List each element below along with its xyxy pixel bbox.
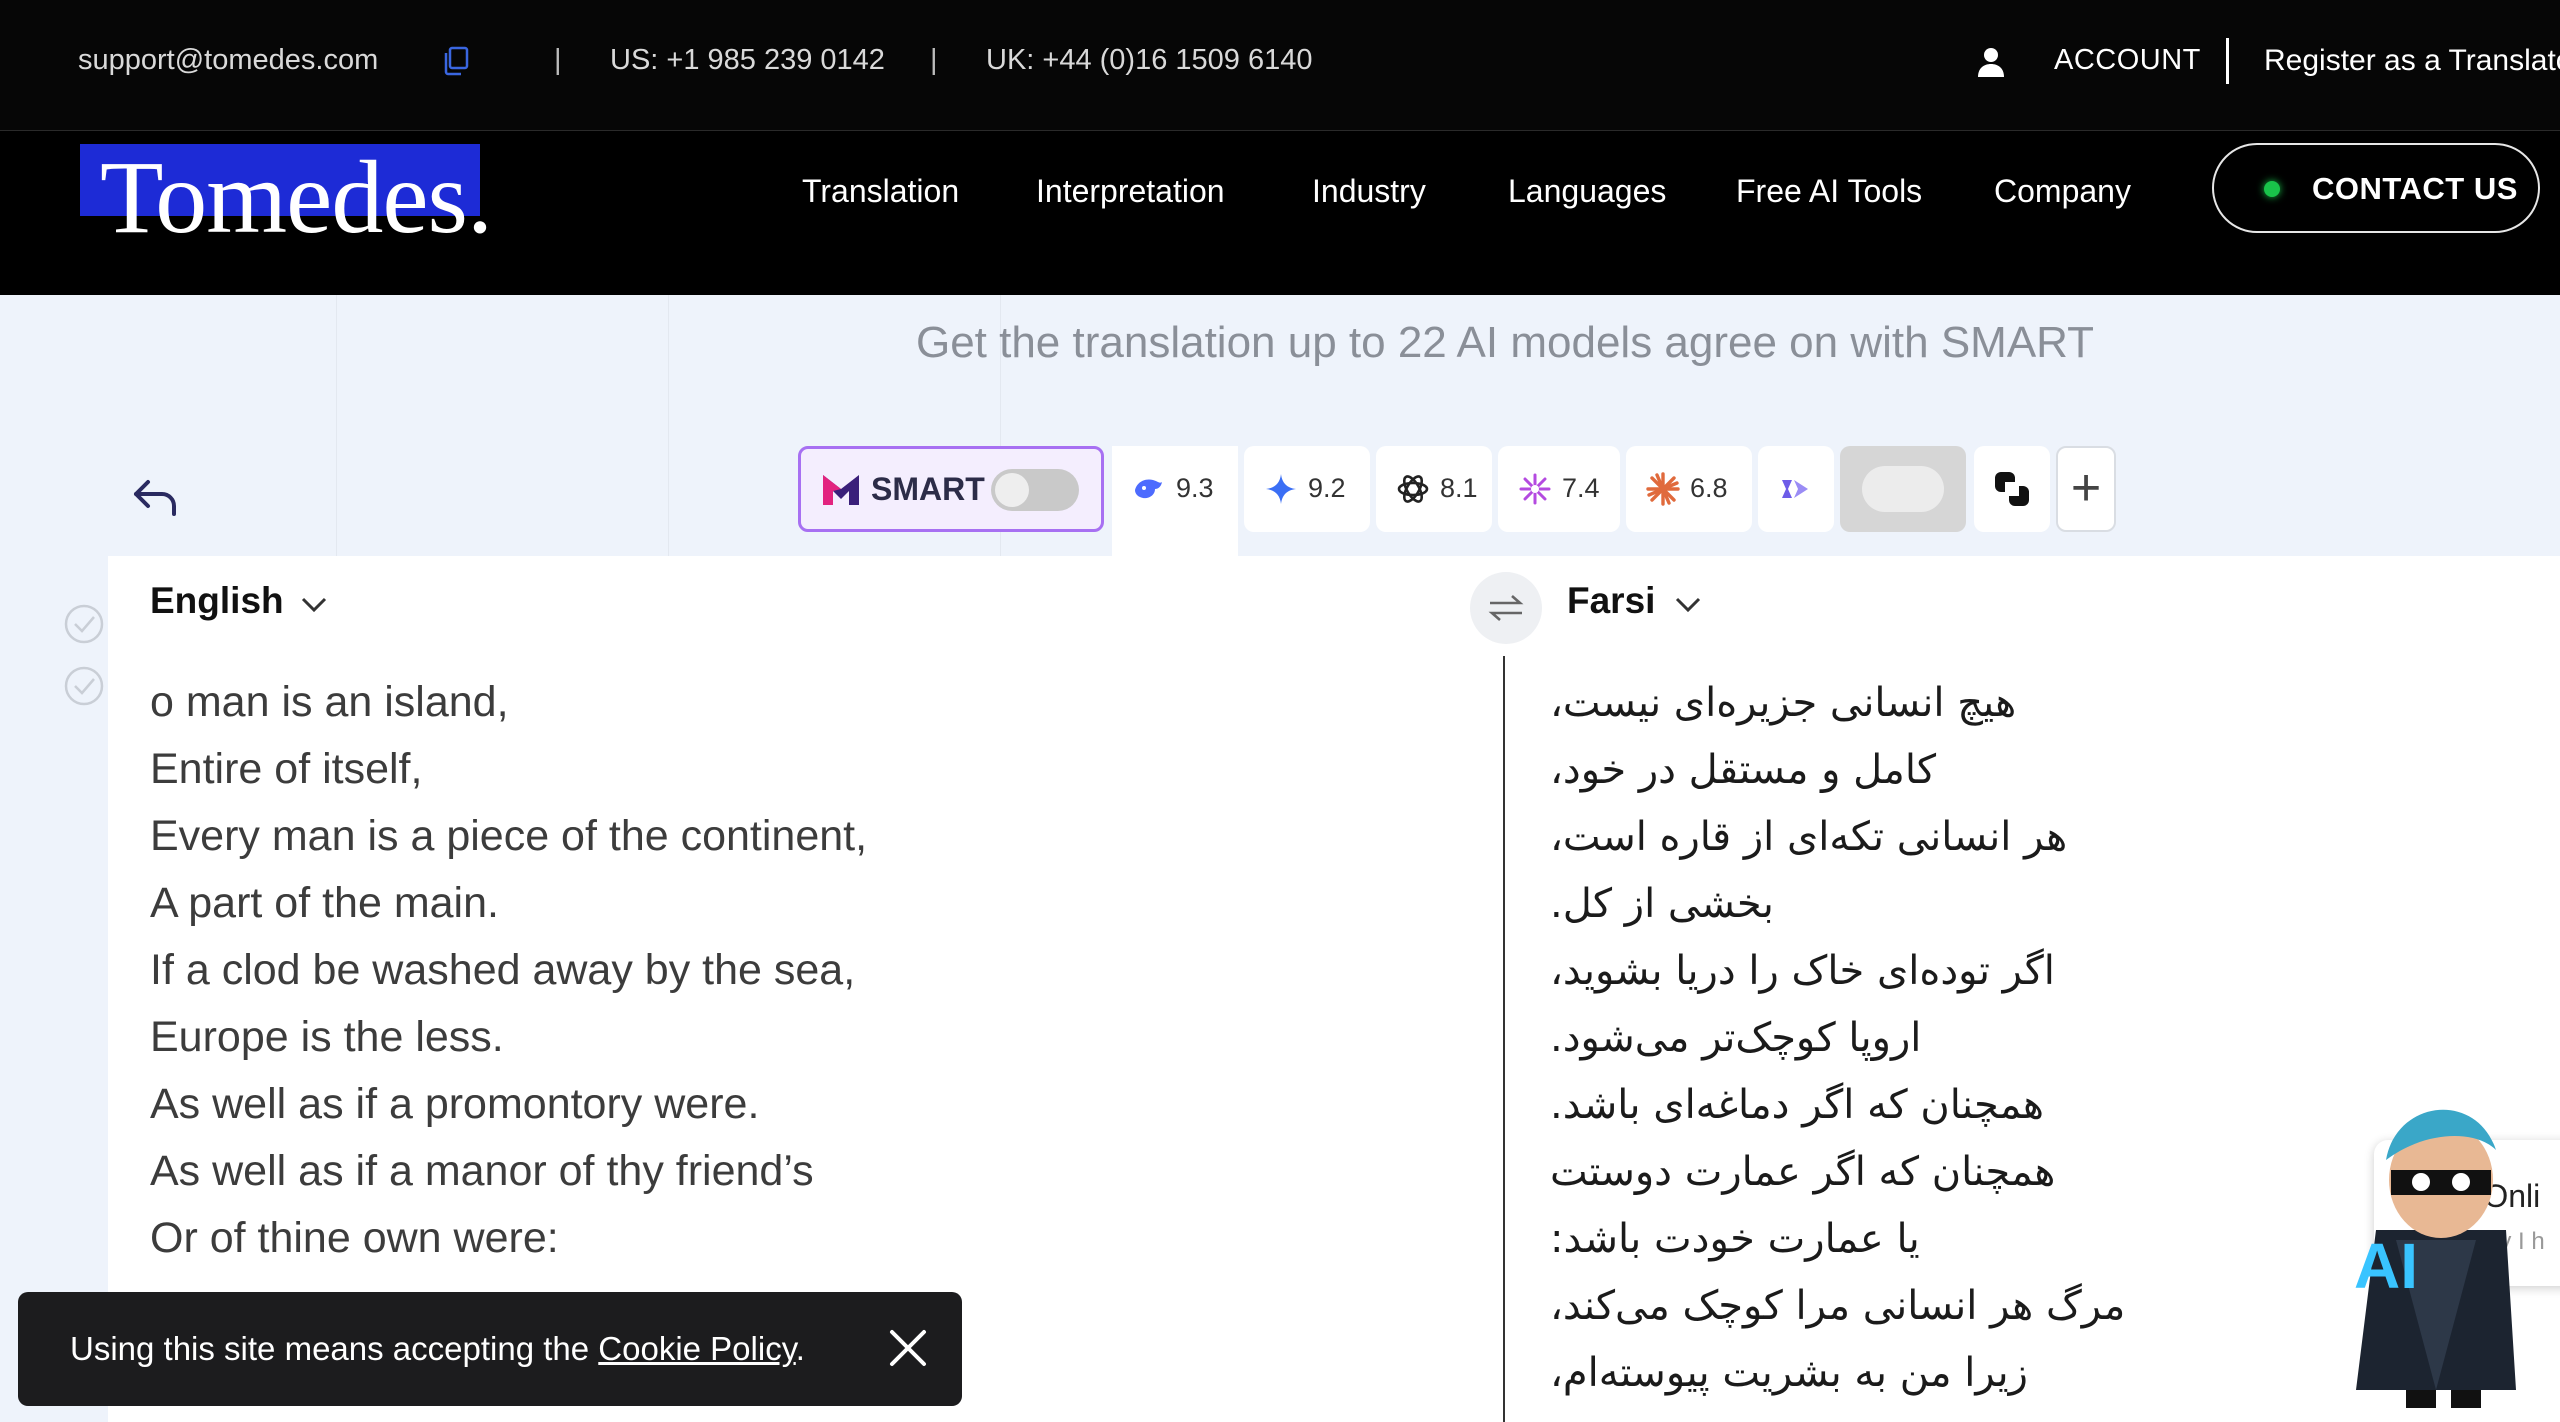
swap-arrows-icon: [1488, 595, 1524, 621]
model-score: 6.8: [1690, 473, 1728, 503]
mistral-flag-icon: [1782, 480, 1808, 498]
source-line[interactable]: A part of the main.: [150, 879, 499, 928]
source-line[interactable]: o man is an island,: [150, 678, 509, 727]
switch-knob: [995, 473, 1029, 507]
source-line[interactable]: As well as if a manor of thy friend’s: [150, 1147, 814, 1196]
model-score: 9.3: [1176, 473, 1214, 503]
smart-label: SMART: [871, 471, 985, 507]
account-link[interactable]: ACCOUNT: [2054, 44, 2201, 77]
source-line[interactable]: Europe is the less.: [150, 1013, 504, 1062]
target-line[interactable]: کامل و مستقل در خود،: [1550, 747, 1936, 793]
source-language-select[interactable]: English: [150, 580, 284, 622]
puzzle-link-icon: [1995, 472, 2029, 506]
claude-burst-icon: [1646, 472, 1680, 506]
model-chip-mistral[interactable]: [1758, 446, 1834, 532]
user-icon[interactable]: [1976, 46, 2006, 78]
target-line[interactable]: همچنان که اگر دماغه‌ای باشد.: [1550, 1082, 2044, 1128]
target-line[interactable]: هر انسانی تکه‌ای از قاره است،: [1550, 814, 2067, 860]
register-translator-link[interactable]: Register as a Translator: [2264, 44, 2560, 78]
target-line[interactable]: یا عمارت خودت باشد:: [1550, 1216, 1920, 1262]
logo-text: Tomedes.: [100, 140, 493, 255]
source-line[interactable]: Entire of itself,: [150, 745, 422, 794]
nav-languages[interactable]: Languages: [1508, 173, 1666, 210]
model-chip-claude[interactable]: 6.8: [1626, 446, 1752, 532]
support-email-link[interactable]: support@tomedes.com: [78, 44, 378, 77]
check-circle-icon: [64, 604, 104, 644]
check-circle-icon: [64, 666, 104, 706]
add-model-button[interactable]: +: [2056, 446, 2116, 532]
top-bar: support@tomedes.com | US: +1 985 239 014…: [0, 0, 2560, 131]
separator: |: [930, 44, 938, 76]
nav-translation[interactable]: Translation: [802, 173, 959, 210]
target-language-select[interactable]: Farsi: [1567, 580, 1655, 622]
swap-languages-button[interactable]: [1470, 572, 1542, 644]
mascot-ai-badge: AI: [2354, 1230, 2418, 1302]
cookie-banner: Using this site means accepting the Cook…: [18, 1292, 962, 1406]
model-chip-openai[interactable]: 8.1: [1376, 446, 1492, 532]
model-score: 9.2: [1308, 473, 1346, 503]
smart-switch[interactable]: [991, 469, 1079, 511]
close-icon[interactable]: [886, 1326, 930, 1370]
cookie-policy-link[interactable]: Cookie Policy: [598, 1330, 795, 1367]
nav-industry[interactable]: Industry: [1312, 173, 1426, 210]
panel-divider: [1503, 656, 1505, 1422]
copy-icon[interactable]: [443, 46, 469, 76]
nav-interpretation[interactable]: Interpretation: [1036, 173, 1225, 210]
source-line[interactable]: Every man is a piece of the continent,: [150, 812, 867, 861]
target-line[interactable]: اگر توده‌ای خاک را دریا بشوید،: [1550, 948, 2055, 994]
cookie-period: .: [795, 1330, 805, 1367]
contact-us-button[interactable]: CONTACT US: [2212, 143, 2540, 233]
integration-button[interactable]: [1974, 446, 2050, 532]
model-toggle[interactable]: [1840, 446, 1966, 532]
undo-arrow-icon[interactable]: [132, 478, 180, 518]
smart-toggle-button[interactable]: SMART: [798, 446, 1104, 532]
target-line[interactable]: بخشی از کل.: [1550, 881, 1774, 927]
phone-us-link[interactable]: US: +1 985 239 0142: [610, 44, 885, 77]
target-line[interactable]: زیرا من به بشریت پیوسته‌ام،: [1550, 1350, 2028, 1396]
cookie-text: Using this site means accepting the Cook…: [70, 1330, 805, 1368]
source-line[interactable]: Or of thine own were:: [150, 1214, 559, 1263]
model-score: 7.4: [1562, 473, 1600, 503]
contact-us-label: CONTACT US: [2312, 171, 2518, 206]
nav-company[interactable]: Company: [1994, 173, 2131, 210]
toggle-pill: [1862, 466, 1944, 512]
online-status-dot: [2264, 181, 2280, 197]
ai-mascot-avatar[interactable]: AI: [2336, 1090, 2536, 1410]
deepseek-whale-icon: [1135, 479, 1162, 499]
divider: [2226, 38, 2229, 84]
target-line[interactable]: همچنان که اگر عمارت دوستت: [1550, 1149, 2055, 1195]
phone-uk-link[interactable]: UK: +44 (0)16 1509 6140: [986, 44, 1313, 77]
target-line[interactable]: مرگ هر انسانی مرا کوچک می‌کند،: [1550, 1283, 2125, 1329]
model-chip-pinwheel[interactable]: 7.4: [1498, 446, 1620, 532]
smart-banner-text: Get the translation up to 22 AI models a…: [915, 318, 2095, 367]
smart-logo-icon: [823, 475, 859, 505]
pinwheel-star-icon: [1519, 473, 1551, 505]
separator: |: [554, 44, 562, 76]
source-line[interactable]: If a clod be washed away by the sea,: [150, 946, 855, 995]
nav-free-ai-tools[interactable]: Free AI Tools: [1736, 173, 1922, 210]
chevron-down-icon[interactable]: [300, 596, 328, 614]
source-line[interactable]: As well as if a promontory were.: [150, 1080, 759, 1129]
main-nav: Tomedes. Translation Interpretation Indu…: [0, 131, 2560, 295]
model-score: 8.1: [1440, 473, 1478, 503]
target-line[interactable]: هیچ انسانی جزیره‌ای نیست،: [1550, 680, 2016, 726]
model-chip-gemini[interactable]: 9.2: [1244, 446, 1370, 532]
openai-knot-icon: [1397, 475, 1429, 503]
target-line[interactable]: اروپا کوچک‌تر می‌شود.: [1550, 1015, 1921, 1061]
cookie-message: Using this site means accepting the: [70, 1330, 599, 1367]
model-chip-deepseek[interactable]: 9.3: [1112, 446, 1238, 532]
gemini-sparkle-icon: [1266, 474, 1296, 504]
chevron-down-icon[interactable]: [1674, 596, 1702, 614]
